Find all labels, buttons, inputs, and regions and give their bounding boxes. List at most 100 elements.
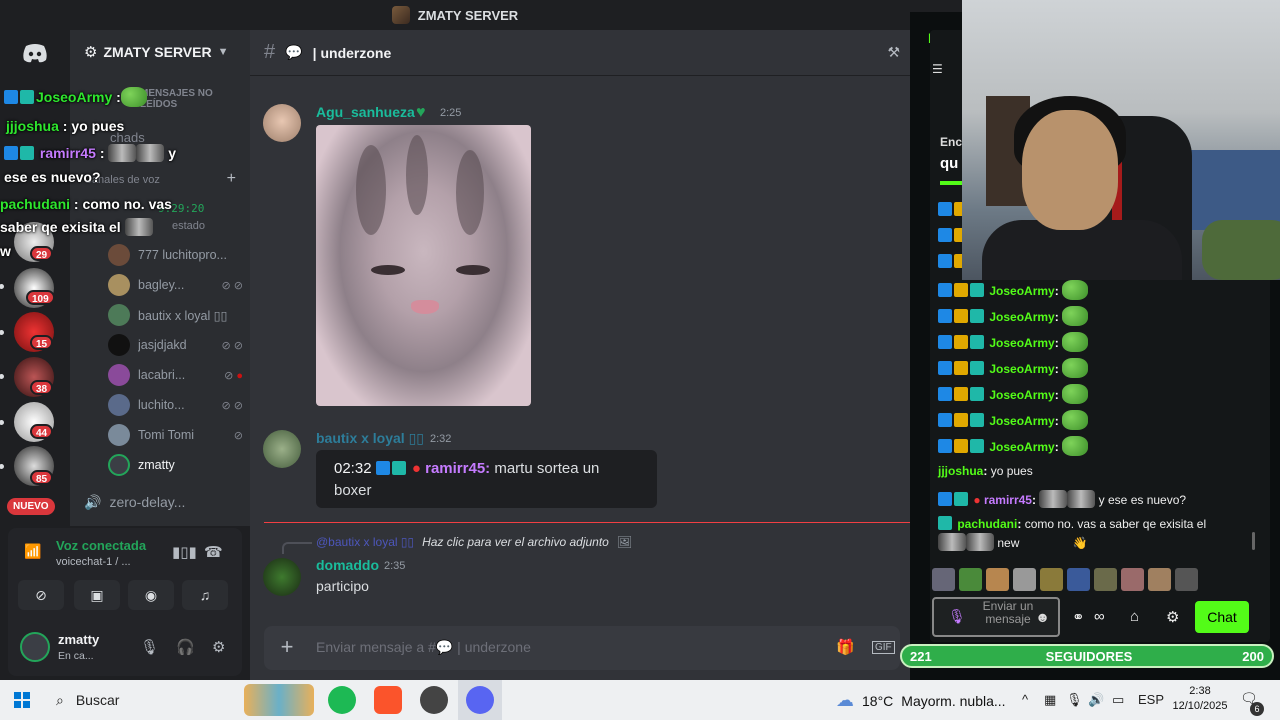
voice-user[interactable]: Tomi Tomi ⊘ <box>108 423 243 447</box>
microphone-icon[interactable]: 🎙 <box>948 608 966 625</box>
server-badge: 15 <box>30 335 54 350</box>
voice-user[interactable]: luchito... ⊘ ⊘ <box>108 393 243 417</box>
muted-icon: ⊘ ⊘ <box>221 339 244 352</box>
voice-channel[interactable]: 🔊 zero-delay... <box>84 490 244 514</box>
emote-icon[interactable] <box>1094 568 1117 591</box>
add-attachment-icon[interactable]: + <box>274 634 300 660</box>
network-icon[interactable]: ▭ <box>1112 692 1124 708</box>
add-channel-icon[interactable]: + <box>227 170 236 188</box>
window-titlebar: ZMATY SERVER <box>0 0 910 30</box>
weather-widget[interactable]: ☁ 18°C Mayorm. nubla... <box>836 690 1006 711</box>
kick-chat-line: JoseoArmy: <box>938 436 1089 456</box>
discord-icon[interactable] <box>466 686 494 714</box>
disconnect-icon[interactable]: ☎ <box>204 543 223 561</box>
settings-icon[interactable]: ⚙ <box>212 638 225 656</box>
unread-pill <box>0 374 4 379</box>
avatar[interactable] <box>263 558 301 596</box>
tray-app-icon[interactable]: ▦ <box>1044 692 1056 708</box>
avatar[interactable] <box>263 430 301 468</box>
emote-icon[interactable] <box>1148 568 1171 591</box>
emoji-icon[interactable]: ☻ <box>1035 609 1050 625</box>
points-icon[interactable]: ⚭ <box>1072 608 1085 626</box>
infinity-icon[interactable]: ∞ <box>1094 608 1105 625</box>
reply-reference[interactable]: @bautix x loyal ▯▯ Haz clic para ver el … <box>316 535 632 549</box>
brave-icon[interactable] <box>374 686 402 714</box>
gift-icon[interactable]: 🎁 <box>836 638 855 656</box>
emote-icon[interactable] <box>1013 568 1036 591</box>
kick-scrollbar[interactable] <box>1252 532 1255 550</box>
app-icon[interactable] <box>420 686 448 714</box>
mic-tray-icon[interactable]: 🎙 <box>1066 692 1083 708</box>
voice-user[interactable]: bautix x loyal ▯▯ <box>108 303 243 327</box>
voice-user[interactable]: bagley... ⊘ ⊘ <box>108 273 243 297</box>
gif-icon[interactable]: GIF <box>872 641 895 654</box>
spotify-icon[interactable] <box>328 686 356 714</box>
muted-icon: ⊘ ● <box>224 369 243 382</box>
stream-chat-overlay: JoseoArmy : jjjoshua : yo pues ramirr45 … <box>0 84 212 262</box>
message-author[interactable]: bautix x loyal ▯▯ <box>316 430 424 447</box>
kick-banner-small: Enc <box>940 135 963 149</box>
store-icon[interactable]: ⌂ <box>1130 608 1139 625</box>
composer-placeholder[interactable]: Enviar mensaje a #💬 | underzone <box>316 639 531 656</box>
kick-chat-line: JoseoArmy: <box>938 332 1089 352</box>
activity-button[interactable]: ◉ <box>128 580 174 610</box>
language-indicator[interactable]: ESP <box>1138 692 1164 707</box>
emote-icon[interactable] <box>959 568 982 591</box>
avatar <box>108 364 130 386</box>
chat-send-button[interactable]: Chat <box>1195 601 1249 633</box>
waveform-icon[interactable]: ▮▯▮ <box>172 543 197 561</box>
emote-icon[interactable] <box>932 568 955 591</box>
gamepad-icon: ◉ <box>144 586 158 603</box>
discord-home-icon[interactable] <box>13 38 57 68</box>
channel-prefix: | <box>312 44 317 61</box>
clock-time: 2:38 <box>1189 685 1211 697</box>
search-highlight-icon[interactable] <box>244 684 314 716</box>
voice-user[interactable]: jasjdjakd ⊘ ⊘ <box>108 333 243 357</box>
message-author[interactable]: domaddo <box>316 557 379 573</box>
soundboard-button[interactable]: ♫ <box>182 580 228 610</box>
clock[interactable]: 2:38 12/10/2025 <box>1170 684 1230 714</box>
hammer-icon[interactable]: ⚒ <box>887 44 900 61</box>
tray-chevron-icon[interactable]: ^ <box>1022 692 1028 707</box>
rose-icon: ● <box>411 460 421 477</box>
unread-pill <box>0 464 4 469</box>
new-unread-pill[interactable]: NUEVO <box>7 498 55 515</box>
voice-status[interactable]: Voz conectada <box>56 538 146 553</box>
emote-icon[interactable] <box>1067 568 1090 591</box>
kick-input-placeholder[interactable]: Enviar un mensaje <box>980 600 1036 626</box>
message-composer[interactable]: + Enviar mensaje a #💬 | underzone 🎁 GIF <box>264 626 900 670</box>
server-name: ZMATY SERVER <box>103 44 212 60</box>
followers-label: SEGUIDORES <box>1045 649 1133 664</box>
settings-icon[interactable]: ⚙ <box>1166 608 1179 626</box>
kick-chat-input[interactable]: 🎙 Enviar un mensaje ☻ <box>932 597 1060 637</box>
windows-start-icon[interactable] <box>14 692 30 708</box>
emote-icon[interactable] <box>1121 568 1144 591</box>
voice-channel-name: zero-delay... <box>109 494 186 510</box>
volume-icon[interactable]: 🔊 <box>1088 692 1104 708</box>
overlay-line: saber qe exisita el <box>0 216 153 239</box>
badge-icon <box>375 461 390 475</box>
taskbar-search[interactable]: ⌕ Buscar <box>46 684 236 716</box>
screenshare-button[interactable]: ▣ <box>74 580 120 610</box>
server-badge: 38 <box>30 380 54 395</box>
microphone-icon[interactable]: 🎙 <box>140 638 159 656</box>
avatar[interactable] <box>263 104 301 142</box>
voice-channel-path[interactable]: voicechat-1 / ... <box>56 556 131 568</box>
cat-image[interactable] <box>316 125 531 406</box>
signal-icon[interactable]: 📶 <box>24 543 42 559</box>
chat-area: # 💬 | underzone ⚒ Agu_sanhueza ♥ 2:25 ba… <box>250 30 910 680</box>
hash-icon: # <box>264 41 276 63</box>
emote-icon[interactable] <box>1040 568 1063 591</box>
muted-icon: ⊘ ⊘ <box>221 279 244 292</box>
message-author[interactable]: Agu_sanhueza <box>316 104 415 120</box>
voice-user[interactable]: lacabri... ⊘ ● <box>108 363 243 387</box>
headphones-icon[interactable]: 🎧 <box>176 638 195 656</box>
user-panel[interactable]: zmatty En ca... 🎙 🎧 ⚙ <box>18 626 232 670</box>
emote-icon[interactable] <box>986 568 1009 591</box>
server-header[interactable]: ⚙ ZMATY SERVER ▼ <box>70 30 250 74</box>
emote-icon[interactable] <box>1175 568 1198 591</box>
filter-icon[interactable]: ☰ <box>932 62 943 76</box>
image-icon: 🖼 <box>616 535 633 549</box>
camera-button[interactable]: ⊘ <box>18 580 64 610</box>
voice-user[interactable]: zmatty <box>108 453 243 477</box>
